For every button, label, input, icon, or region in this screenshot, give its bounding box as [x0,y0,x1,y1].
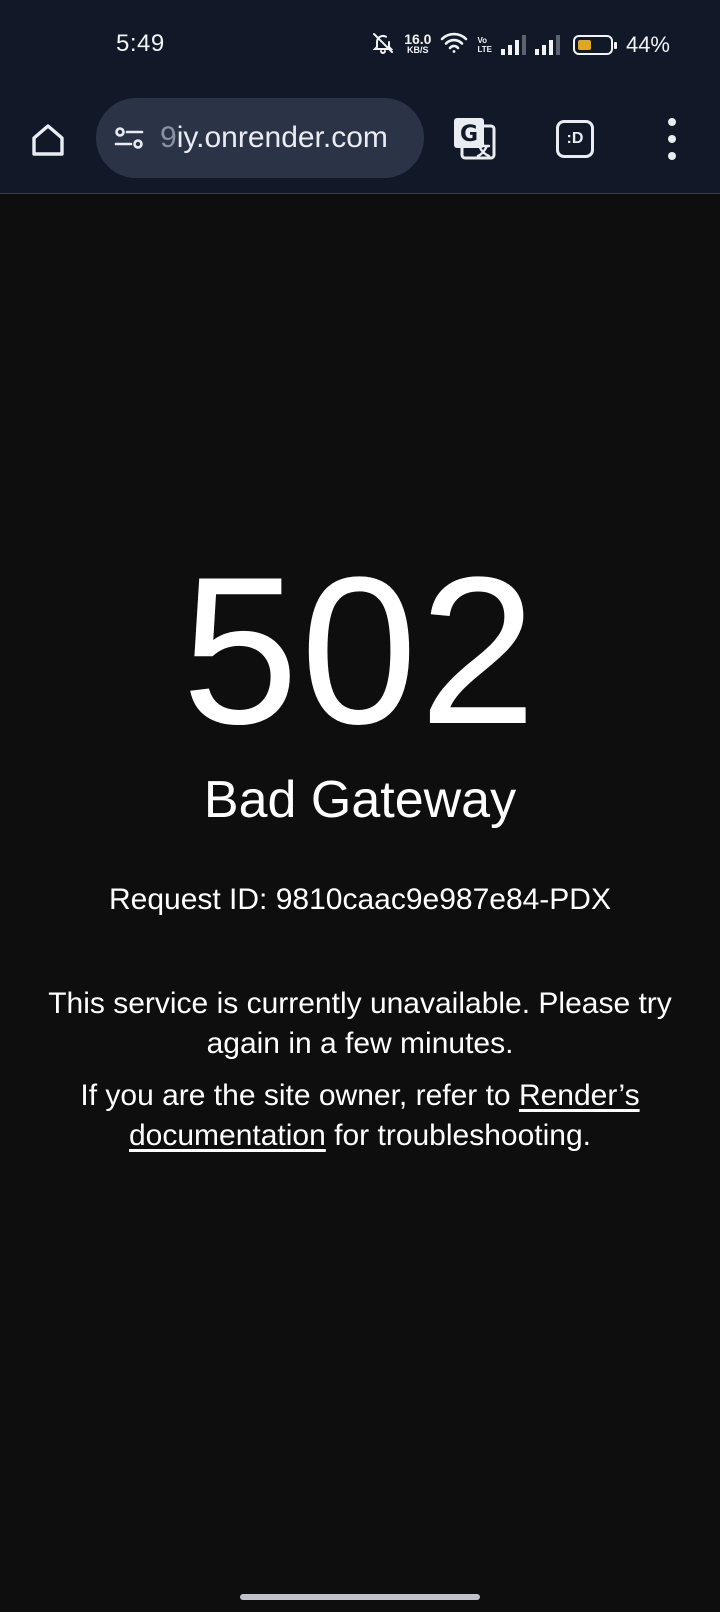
status-bar: 5:49 16.0 KB/S Vo LTE 44% [0,0,720,92]
battery-percent: 44% [625,32,670,57]
translate-icon: G [454,118,496,160]
status-time: 5:49 [116,30,165,57]
volte-bottom: LTE [477,45,492,54]
unavailable-message: This service is currently unavailable. P… [48,987,672,1060]
wifi-icon [440,32,468,59]
tab-switcher-button[interactable]: :D [556,120,594,158]
volte-indicator: Vo LTE [477,36,492,54]
owner-prefix: If you are the site owner, refer to [80,1079,519,1112]
more-menu-button[interactable] [660,118,684,160]
tab-switcher-label: :D [566,130,584,147]
network-speed-value: 16.0 [404,31,432,47]
home-icon [32,124,64,156]
network-speed: 16.0 KB/S [404,31,432,56]
network-speed-unit: KB/S [407,45,429,55]
address-bar[interactable]: 9iy.onrender.com [96,98,424,178]
home-button[interactable] [26,118,70,162]
owner-message: If you are the site owner, refer to Rend… [40,1076,680,1156]
url-prefix: 9 [160,121,177,154]
page-content: 502 Bad Gateway Request ID: 9810caac9e98… [0,194,720,1612]
owner-suffix: for troubleshooting. [325,1119,591,1152]
signal-icon-sim1 [500,35,526,55]
url-text[interactable]: 9iy.onrender.com [160,121,406,155]
error-status: Bad Gateway [203,771,517,829]
battery-icon [572,35,617,55]
notifications-off-icon [371,31,395,60]
more-vert-icon [668,118,676,126]
url-main: iy.onrender.com [176,121,388,154]
gesture-home-indicator[interactable] [240,1594,480,1600]
signal-icon-sim2 [534,35,560,55]
translate-button[interactable]: G [452,116,498,162]
request-id: Request ID: 9810caac9e987e84-PDX [108,883,611,916]
volte-top: Vo [477,36,488,45]
status-icons: 16.0 KB/S Vo LTE 44% [371,28,670,62]
browser-toolbar: 9iy.onrender.com G :D [0,92,720,194]
error-code: 502 [181,533,539,768]
svg-text:G: G [460,122,478,147]
site-settings-icon[interactable] [112,121,146,155]
